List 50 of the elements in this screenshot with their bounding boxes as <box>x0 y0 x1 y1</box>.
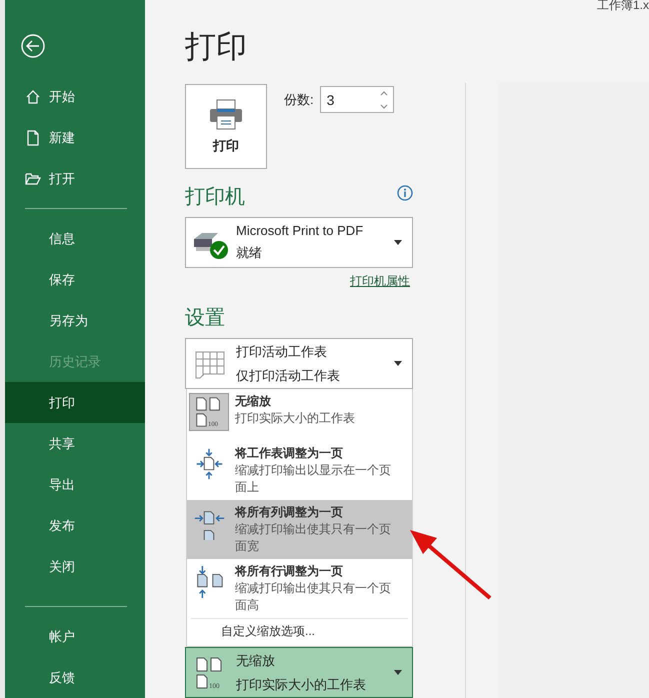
menu-item[interactable]: 将所有列调整为一页 缩减打印输出使其只有一个页面宽 <box>187 500 412 559</box>
menu-item[interactable]: 将所有行调整为一页 缩减打印输出使其只有一个页面高 <box>187 559 412 618</box>
spin-arrows-icon <box>378 89 390 111</box>
option-title: 无缩放 <box>236 652 276 670</box>
page-title: 打印 <box>185 28 248 66</box>
sidebar-item[interactable]: 反馈 <box>5 657 145 698</box>
option-description: 缩减打印输出使其只有一个页面宽 <box>235 521 392 555</box>
option-description: 打印实际大小的工作表 <box>235 410 356 427</box>
sidebar-item[interactable]: 保存 <box>5 259 145 300</box>
copies-label: 份数: <box>284 90 314 108</box>
menu-item[interactable]: 将工作表调整为一页 缩减打印输出以显示在一个页面上 <box>187 441 412 500</box>
back-icon[interactable] <box>21 34 45 58</box>
option-title: 打印活动工作表 <box>236 342 328 360</box>
sidebar-item[interactable]: 打印 <box>5 382 145 423</box>
sidebar-item[interactable]: 关闭 <box>5 546 145 587</box>
option-description: 打印实际大小的工作表 <box>236 676 367 694</box>
option-description: 缩减打印输出使其只有一个页面高 <box>235 580 392 614</box>
option-description: 仅打印活动工作表 <box>236 366 341 384</box>
printer-status: 就绪 <box>236 244 263 262</box>
folder-icon <box>25 170 41 186</box>
printer-properties-link[interactable]: 打印机属性 <box>350 273 410 290</box>
sidebar-item[interactable]: 开始 <box>5 76 145 117</box>
sidebar-item[interactable]: 打开 <box>5 158 145 199</box>
caret-icon <box>394 670 402 675</box>
printer-dropdown[interactable]: Microsoft Print to PDF 就绪 <box>185 217 413 268</box>
option-description: 缩减打印输出以显示在一个页面上 <box>235 462 392 496</box>
document-icon <box>25 130 41 146</box>
sidebar-item[interactable]: 导出 <box>5 464 145 505</box>
sidebar-item[interactable]: 帐户 <box>5 616 145 657</box>
custom-scaling-link[interactable]: 自定义缩放选项... <box>191 618 408 646</box>
printer-name: Microsoft Print to PDF <box>236 223 364 238</box>
sidebar-item[interactable]: 信息 <box>5 218 145 259</box>
home-icon <box>25 88 41 104</box>
sidebar-item[interactable]: 另存为 <box>5 300 145 341</box>
info-icon[interactable] <box>397 185 413 201</box>
section-heading: 设置 <box>185 306 225 330</box>
settings-dropdown[interactable]: 打印活动工作表 仅打印活动工作表 <box>185 338 413 389</box>
sidebar-item[interactable]: 共享 <box>5 423 145 464</box>
copies-field[interactable]: 3 <box>320 86 394 113</box>
sidebar-item[interactable]: 新建 <box>5 117 145 158</box>
sidebar-item[interactable]: 发布 <box>5 505 145 546</box>
printer-icon <box>208 98 244 130</box>
section-heading: 打印机 <box>185 185 245 209</box>
option-title: 将工作表调整为一页 <box>235 445 344 462</box>
option-title: 将所有列调整为一页 <box>235 504 344 521</box>
print-button[interactable]: 打印 <box>185 84 267 169</box>
caret-icon <box>394 240 402 245</box>
option-title: 将所有行调整为一页 <box>235 563 344 580</box>
option-title: 无缩放 <box>235 393 272 410</box>
caret-icon <box>394 361 402 366</box>
